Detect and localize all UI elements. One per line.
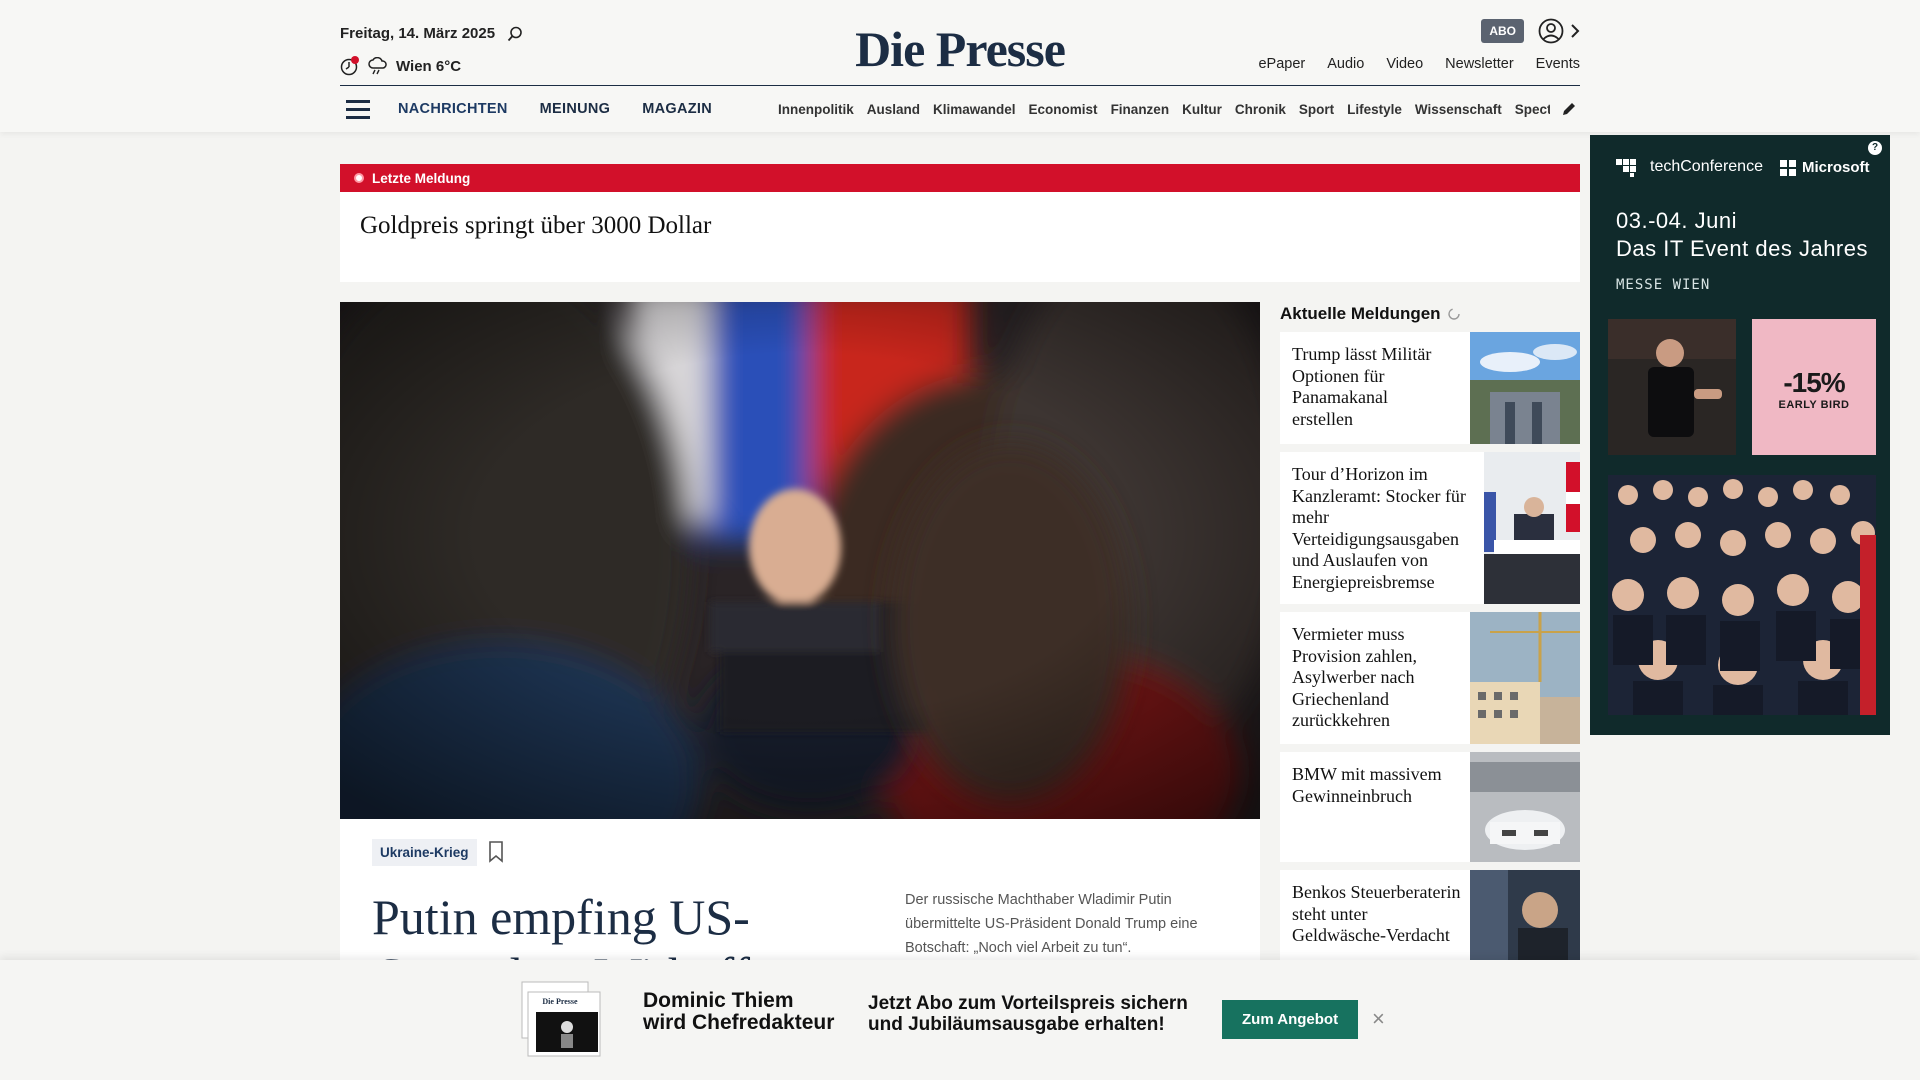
breaking-bar: Letzte Meldung xyxy=(340,164,1580,192)
nav-nachrichten[interactable]: NACHRICHTEN xyxy=(398,101,508,117)
nav-main: NACHRICHTEN MEINUNG MAGAZIN xyxy=(398,101,712,117)
ad-info-icon[interactable]: ? xyxy=(1868,141,1882,155)
banner-offer-line2: und Jubiläumsausgabe erhalten! xyxy=(868,1013,1165,1035)
microsoft-logo-icon xyxy=(1780,159,1796,176)
ad-discount-value: -15% xyxy=(1783,367,1845,398)
ad-location: MESSE WIEN xyxy=(1616,277,1711,293)
banner-name: Dominic Thiem wird Chefredakteur xyxy=(643,989,835,1035)
news-item[interactable]: Tour d’Horizon im Kanzleramt: Stocker fü… xyxy=(1280,452,1580,604)
site-header: Freitag, 14. März 2025 Wien 6°C Die Pres… xyxy=(0,0,1920,132)
ad-speaker-photo xyxy=(1608,319,1736,455)
nav-economist[interactable]: Economist xyxy=(1029,102,1098,117)
nav-wissenschaft[interactable]: Wissenschaft xyxy=(1415,102,1502,117)
news-item[interactable]: Benkos Steuerberaterin steht unter Geldw… xyxy=(1280,870,1580,960)
news-item-image xyxy=(1470,752,1580,862)
news-item-title[interactable]: Tour d’Horizon im Kanzleramt: Stocker fü… xyxy=(1292,464,1482,594)
nav-chronik[interactable]: Chronik xyxy=(1235,102,1286,117)
header-inner: Freitag, 14. März 2025 Wien 6°C Die Pres… xyxy=(340,0,1580,132)
pencil-icon[interactable] xyxy=(1560,100,1578,118)
top-links: ePaper Audio Video Newsletter Events xyxy=(1258,56,1580,72)
account-area: ABO xyxy=(1481,18,1580,44)
ad-discount: -15% EARLY BIRD xyxy=(1752,319,1876,455)
news-item-image xyxy=(1470,870,1580,960)
banner-name-line1: Dominic Thiem xyxy=(643,989,794,1012)
category-tag[interactable]: Ukraine-Krieg xyxy=(372,839,477,866)
link-events[interactable]: Events xyxy=(1536,56,1580,72)
hero-image[interactable] xyxy=(340,302,1260,819)
user-icon[interactable] xyxy=(1538,18,1564,44)
hero-lead: Der russische Machthaber Wladimir Putin … xyxy=(905,892,1198,956)
subscription-banner: Die Presse Dominic Thiem wird Chefredakt… xyxy=(0,960,1920,1080)
news-item-title[interactable]: BMW mit massivem Gewinneinbruch xyxy=(1292,764,1442,807)
ad-banner[interactable]: ? techConference Microsoft 03.-04. Juni … xyxy=(1590,135,1890,735)
news-item-title[interactable]: Vermieter muss Provision zahlen, Asylwer… xyxy=(1292,624,1442,732)
newspaper-logo: Die Presse xyxy=(542,997,578,1006)
aktuelle-title: Aktuelle Meldungen xyxy=(1280,304,1461,324)
link-epaper[interactable]: ePaper xyxy=(1258,56,1305,72)
aktuelle-title-text: Aktuelle Meldungen xyxy=(1280,304,1441,323)
ad-partner-text: Microsoft xyxy=(1802,159,1870,176)
nav-klimawandel[interactable]: Klimawandel xyxy=(933,102,1016,117)
ad-discount-label: EARLY BIRD xyxy=(1778,399,1850,411)
banner-offer: Jetzt Abo zum Vorteilspreis sichern und … xyxy=(868,993,1188,1036)
link-audio[interactable]: Audio xyxy=(1327,56,1364,72)
news-item-image xyxy=(1484,452,1580,604)
bookmark-icon[interactable] xyxy=(488,841,504,863)
link-newsletter[interactable]: Newsletter xyxy=(1445,56,1514,72)
ad-crowd-photo xyxy=(1608,475,1876,715)
techconference-logo-icon xyxy=(1616,159,1636,177)
breaking-label: Letzte Meldung xyxy=(372,170,471,186)
nav-sport[interactable]: Sport xyxy=(1299,102,1334,117)
news-item[interactable]: BMW mit massivem Gewinneinbruch xyxy=(1280,752,1580,862)
breaking-title[interactable]: Goldpreis springt über 3000 Dollar xyxy=(360,212,1580,240)
live-dot-icon xyxy=(354,173,364,183)
main-nav: NACHRICHTEN MEINUNG MAGAZIN Innenpolitik… xyxy=(340,86,1580,132)
news-item-image xyxy=(1470,332,1580,444)
hero-photo xyxy=(340,302,1260,819)
ad-partner: Microsoft xyxy=(1780,159,1870,176)
breaking-news[interactable]: Letzte Meldung Goldpreis springt über 30… xyxy=(340,164,1580,282)
news-item[interactable]: Trump lässt Militär Optionen für Panamak… xyxy=(1280,332,1580,444)
close-icon[interactable]: × xyxy=(1372,1006,1385,1032)
nav-sub: Innenpolitik Ausland Klimawandel Economi… xyxy=(778,102,1550,117)
nav-meinung[interactable]: MEINUNG xyxy=(540,101,611,117)
offer-button[interactable]: Zum Angebot xyxy=(1222,1000,1359,1039)
nav-magazin[interactable]: MAGAZIN xyxy=(642,101,712,117)
chevron-right-icon[interactable] xyxy=(1570,23,1580,39)
news-item-image xyxy=(1470,612,1580,744)
menu-icon[interactable] xyxy=(346,99,370,119)
nav-ausland[interactable]: Ausland xyxy=(867,102,920,117)
nav-kultur[interactable]: Kultur xyxy=(1182,102,1222,117)
news-item[interactable]: Vermieter muss Provision zahlen, Asylwer… xyxy=(1280,612,1580,744)
ad-date-line1: 03.-04. Juni xyxy=(1616,208,1737,233)
ad-date-line2: Das IT Event des Jahres xyxy=(1616,235,1868,261)
ad-date: 03.-04. Juni Das IT Event des Jahres xyxy=(1616,207,1868,262)
news-item-title[interactable]: Trump lässt Militär Optionen für Panamak… xyxy=(1292,344,1442,430)
refresh-icon xyxy=(1447,308,1460,320)
link-video[interactable]: Video xyxy=(1386,56,1423,72)
ad-brand-text: techConference xyxy=(1650,158,1763,175)
nav-lifestyle[interactable]: Lifestyle xyxy=(1347,102,1402,117)
newspaper-thumbnail: Die Presse xyxy=(521,981,601,1057)
abo-button[interactable]: ABO xyxy=(1481,19,1524,43)
banner-name-line2: wird Chefredakteur xyxy=(643,1011,835,1035)
banner-offer-line1: Jetzt Abo zum Vorteilspreis sichern xyxy=(868,993,1188,1014)
nav-innenpolitik[interactable]: Innenpolitik xyxy=(778,102,854,117)
nav-spectrum[interactable]: Spectrum xyxy=(1515,102,1550,117)
ad-brand: techConference xyxy=(1616,157,1763,177)
nav-finanzen[interactable]: Finanzen xyxy=(1111,102,1170,117)
news-item-title[interactable]: Benkos Steuerberaterin steht unter Geldw… xyxy=(1292,882,1462,947)
